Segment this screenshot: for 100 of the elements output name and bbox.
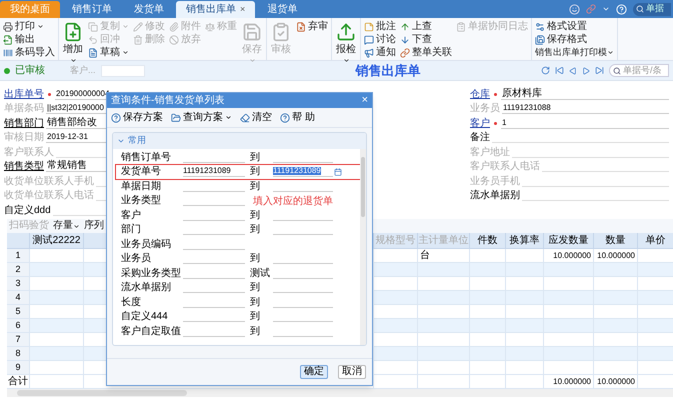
dialog-toolbar-button[interactable]: 查询方案	[171, 112, 232, 122]
field-label: 客户	[121, 210, 142, 221]
eraser-icon	[240, 112, 250, 122]
search-field[interactable]: 单据	[633, 2, 671, 16]
column-header: 换算率	[505, 233, 543, 248]
dialog-title: 查询条件-销售发货单列表	[111, 94, 224, 108]
toolbar-button[interactable]: 输出	[3, 33, 55, 46]
toolbar-button[interactable]: 草稿	[88, 46, 129, 59]
caret-icon	[122, 23, 129, 30]
chat-icon	[364, 34, 374, 44]
row-number: 7	[7, 333, 29, 346]
field-label: 客户	[470, 118, 490, 128]
tab[interactable]: 退货单	[257, 1, 308, 18]
previous-icon[interactable]	[569, 66, 577, 74]
grid-toolbar-button[interactable]: 序列	[84, 221, 104, 231]
chevron-icon	[117, 137, 125, 145]
field-label: 流水单据别	[121, 282, 172, 294]
help-icon[interactable]	[616, 4, 627, 14]
field-label: 收货单位联系人电话	[4, 190, 94, 201]
caret-icon[interactable]	[602, 5, 610, 13]
dialog-toolbar-button[interactable]: 清空	[240, 112, 272, 122]
help-icon	[280, 112, 290, 122]
row-number: 6	[7, 319, 29, 332]
toolbar-button[interactable]: 打印	[3, 20, 55, 33]
required-mark	[48, 92, 51, 96]
refresh-icon[interactable]	[541, 66, 550, 75]
caret-icon	[37, 23, 44, 30]
to-label: 到	[249, 296, 261, 308]
customer-field[interactable]	[100, 64, 145, 76]
note-icon	[364, 22, 374, 32]
scrollbar-thumb[interactable]	[17, 390, 187, 396]
toolbar-button[interactable]: 通知	[364, 46, 396, 59]
to-label: 测试	[249, 268, 271, 279]
dialog-button[interactable]: 取消	[338, 365, 366, 379]
table-cell: 10.000000	[597, 376, 635, 388]
paperclip-icon	[169, 22, 179, 32]
field-label: 单据日期	[121, 180, 162, 192]
link-icon[interactable]	[586, 4, 596, 14]
toolbar-button[interactable]: 报检	[335, 20, 357, 64]
toolbar-button[interactable]: 增加	[62, 20, 84, 64]
field-label: 业务员	[121, 253, 152, 264]
toolbar-button[interactable]: 条码导入	[3, 46, 55, 59]
toolbar-button[interactable]: 格式设置	[535, 20, 614, 33]
field-label: 流水单据别	[470, 190, 520, 201]
table-cell: 10.000000	[553, 376, 591, 388]
next-icon[interactable]	[582, 66, 590, 74]
search-icon	[613, 66, 621, 74]
toolbar-button[interactable]: 弃审	[296, 20, 328, 33]
field-label: 单据条码	[4, 103, 44, 114]
dialog-button[interactable]: 确定	[300, 365, 328, 379]
clipboard-icon	[456, 22, 466, 32]
scale-icon	[205, 22, 215, 32]
row-number: 5	[7, 305, 29, 318]
input-field[interactable]: 原材料库	[501, 88, 669, 100]
field-label: 客户自定取值	[121, 326, 182, 337]
toolbar-button[interactable]: 批注	[364, 20, 396, 33]
last-icon[interactable]	[595, 66, 604, 75]
toolbar-button[interactable]: 整单关联	[400, 46, 452, 59]
toolbar-button[interactable]: 讨论	[364, 33, 396, 46]
toolbar-button[interactable]: 保存格式	[535, 33, 614, 46]
first-icon[interactable]	[555, 66, 564, 75]
toolbar-button[interactable]: 下查	[400, 33, 452, 46]
smiley-icon[interactable]	[569, 4, 580, 14]
link-icon	[400, 48, 410, 58]
to-label: 到	[249, 180, 261, 192]
column-header: 主计量单位	[417, 233, 469, 248]
tab[interactable]: 销售出库单 ×	[176, 1, 256, 18]
row-number: 1	[7, 249, 29, 262]
input-field[interactable]: 11191231088	[502, 102, 669, 114]
field-label: 仓库	[470, 88, 490, 100]
dialog-toolbar-button[interactable]: 保存方案	[111, 112, 163, 122]
section-header[interactable]: 常用	[113, 133, 366, 149]
to-label: 到	[249, 210, 261, 221]
grid-toolbar-button[interactable]: 存量	[53, 221, 80, 231]
field-label: 销售类型	[4, 161, 44, 172]
scrollbar[interactable]	[360, 149, 366, 345]
tab[interactable]: 发货单	[124, 1, 174, 18]
field-label: 收货单位联系人手机	[4, 176, 94, 186]
from-field[interactable]: 11191231089	[183, 166, 245, 178]
calendar-icon[interactable]	[334, 168, 342, 176]
column-header: 件数	[469, 233, 505, 248]
toolbar-button[interactable]: 上查	[400, 20, 452, 33]
column-header: 单价	[637, 233, 673, 248]
input-field[interactable]: 1	[501, 116, 669, 128]
undo-icon	[88, 34, 98, 44]
caret-icon	[122, 49, 129, 56]
to-label: 到	[249, 311, 261, 322]
caret-icon	[342, 57, 350, 64]
required-mark	[494, 92, 497, 96]
close-button[interactable]: ×	[362, 95, 368, 106]
field-label: 业务员	[470, 103, 500, 114]
arrow-up-icon	[400, 22, 410, 32]
dialog-toolbar-button[interactable]: 帮 助	[280, 112, 315, 122]
required-mark	[494, 122, 497, 124]
to-label: 到	[249, 326, 261, 337]
close-tab-button[interactable]: ×	[240, 2, 246, 16]
row-number: 9	[7, 361, 29, 374]
tab[interactable]: 销售订单	[62, 1, 122, 18]
print-template-dropdown[interactable]: 销售出库单打印模	[535, 46, 614, 59]
field-label: 销售部门	[4, 118, 44, 128]
